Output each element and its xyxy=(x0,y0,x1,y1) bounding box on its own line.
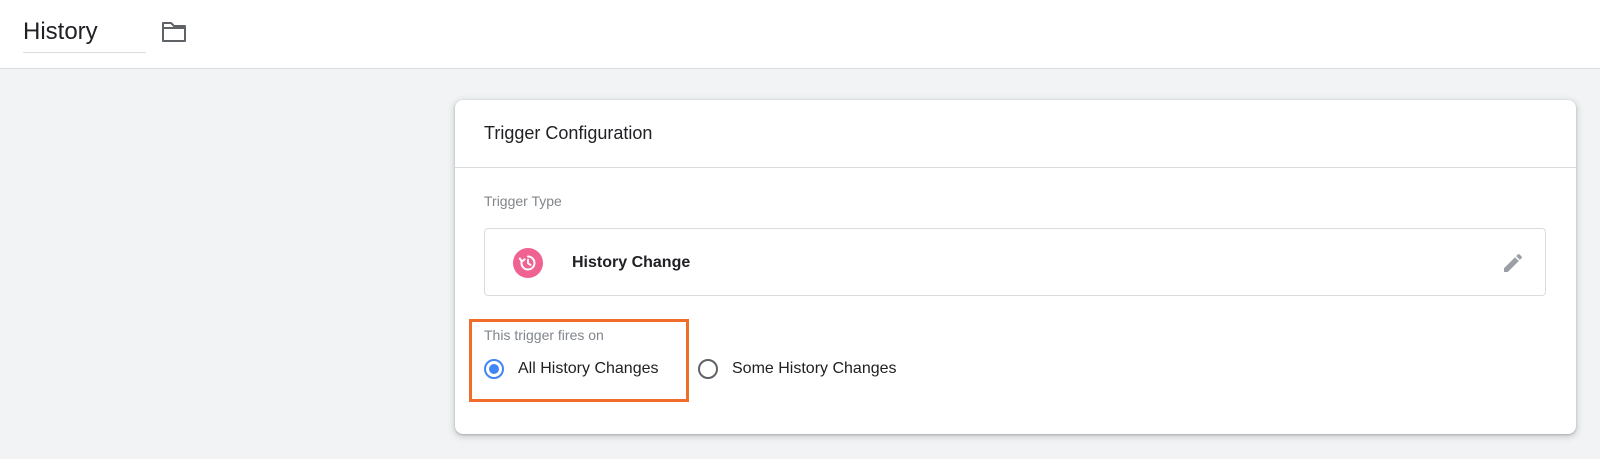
card-header: Trigger Configuration xyxy=(455,100,1576,168)
folder-icon[interactable] xyxy=(160,20,188,44)
title-input[interactable]: History xyxy=(23,14,146,53)
radio-checked-icon[interactable] xyxy=(484,359,504,379)
history-icon xyxy=(513,248,543,278)
fires-on-label: This trigger fires on xyxy=(484,327,604,343)
card-title: Trigger Configuration xyxy=(484,123,653,143)
trigger-type-name: History Change xyxy=(572,254,691,271)
top-bar: History xyxy=(0,0,1600,69)
trigger-type-label: Trigger Type xyxy=(484,193,562,209)
radio-some-history-changes[interactable]: Some History Changes xyxy=(698,359,897,379)
radio-all-history-changes[interactable]: All History Changes xyxy=(484,359,659,379)
pencil-icon[interactable] xyxy=(1501,251,1525,275)
radio-label: Some History Changes xyxy=(732,360,897,377)
trigger-type-selector[interactable]: History Change xyxy=(484,228,1546,296)
trigger-configuration-card: Trigger Configuration Trigger Type Histo… xyxy=(455,100,1576,434)
radio-label: All History Changes xyxy=(518,360,659,377)
radio-unchecked-icon[interactable] xyxy=(698,359,718,379)
